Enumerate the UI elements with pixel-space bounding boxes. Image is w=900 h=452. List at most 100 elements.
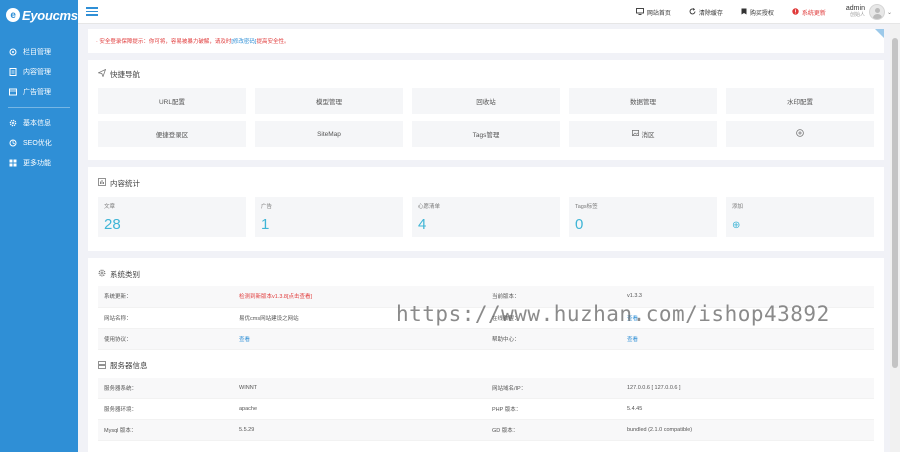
buy-license-label: 购买授权 — [749, 10, 774, 17]
stat-label: 文章 — [104, 204, 116, 210]
sidebar-item-content[interactable]: 内容管理 — [0, 62, 78, 82]
help-center-link[interactable]: 查看 — [621, 328, 874, 350]
quick-watermark-button[interactable]: 水印配置 — [726, 88, 874, 114]
server-info-table: 服务器系统： WINNT 网站域名/IP： 127.0.0.6 [ 127.0.… — [98, 377, 874, 441]
chart-icon — [98, 178, 106, 188]
info-key: GD 版本： — [486, 419, 621, 441]
info-key: 网站名称： — [98, 307, 233, 329]
sidebar-item-label: 基本信息 — [23, 120, 51, 127]
info-key: Mysql 版本： — [98, 419, 233, 441]
quick-area-button[interactable]: 消区 — [569, 121, 717, 147]
main-content: · 安全登录保障提示：你可将，容易被暴力破解，请及时 [修改密码] 提高安全性。… — [88, 29, 884, 452]
info-value: 127.0.0.6 [ 127.0.0.6 ] — [621, 377, 874, 399]
quick-data-button[interactable]: 数据管理 — [569, 88, 717, 114]
sidebar-item-seo[interactable]: SEO优化 — [0, 133, 78, 153]
stat-label: 添加 — [732, 204, 744, 210]
server-title-text: 服务器信息 — [110, 361, 148, 370]
scrollbar-thumb[interactable] — [892, 38, 898, 368]
vertical-scrollbar[interactable] — [890, 24, 900, 452]
content-stats-title: 内容统计 — [88, 173, 884, 193]
system-update-link[interactable]: 系统更新 — [792, 7, 826, 17]
stat-label: 心愿清单 — [418, 204, 441, 210]
quick-nav-title: 快捷导航 — [88, 64, 884, 84]
admin-menu[interactable]: admin 创始人 ⌄ — [846, 4, 892, 20]
buy-license-link[interactable]: 购买授权 — [741, 8, 774, 17]
quick-url-config-button[interactable]: URL配置 — [98, 88, 246, 114]
info-value: apache — [233, 398, 486, 420]
sidebar-item-label: 栏目管理 — [23, 49, 51, 56]
quick-sitemap-button[interactable]: SiteMap — [255, 121, 403, 147]
quick-nav-grid: URL配置 模型管理 回收站 数据管理 水印配置 便捷登录区 SiteMap T… — [88, 84, 884, 147]
home-link-label: 网站首页 — [646, 10, 671, 17]
system-title-text: 系统类别 — [110, 269, 140, 279]
home-link[interactable]: 网站首页 — [635, 7, 671, 17]
system-title: 系统类别 — [88, 264, 884, 284]
stat-label: 广告 — [261, 204, 273, 210]
sidebar-item-columns[interactable]: 栏目管理 — [0, 42, 78, 62]
sidebar-item-more[interactable]: 更多功能 — [0, 153, 78, 173]
content-stats-panel: 内容统计 文章 28 广告 1 心愿清单 4 Tags标签 0 添加 ⊕ — [88, 167, 884, 251]
stat-value: 0 — [575, 216, 584, 233]
refresh-icon — [689, 7, 696, 17]
sidebar-item-basic-info[interactable]: 基本信息 — [0, 113, 78, 133]
topbar: 网站首页 清除缓存 购买授权 系统更新 admin 创始人 ⌄ — [78, 0, 900, 24]
logo-text: Eyoucms — [22, 7, 78, 23]
content-stats-title-text: 内容统计 — [110, 178, 140, 188]
admin-role: 创始人 — [849, 12, 865, 18]
admin-text: admin 创始人 — [846, 5, 865, 19]
agreement-link[interactable]: 查看 — [233, 328, 486, 350]
sidebar-item-label: 内容管理 — [23, 69, 51, 76]
quick-tags-button[interactable]: Tags管理 — [412, 121, 560, 147]
sidebar: e Eyoucms 栏目管理 内容管理 广告管理 基本信息 SEO优化 更多功能 — [0, 0, 78, 452]
stat-value: 1 — [261, 216, 270, 233]
info-value: 5.5.29 — [233, 419, 486, 441]
quick-model-button[interactable]: 模型管理 — [255, 88, 403, 114]
corner-fold — [875, 29, 884, 38]
sidebar-item-ads[interactable]: 广告管理 — [0, 82, 78, 102]
stat-label: Tags标签 — [575, 204, 598, 210]
quick-login-button[interactable]: 便捷登录区 — [98, 121, 246, 147]
info-key: PHP 版本： — [486, 398, 621, 420]
info-key: 使用协议： — [98, 328, 233, 350]
table-row: 使用协议： 查看 帮助中心： 查看 — [98, 328, 874, 350]
stat-card-ads[interactable]: 广告 1 — [255, 197, 403, 237]
info-value: WINNT — [233, 377, 486, 399]
table-row: 服务器系统： WINNT 网站域名/IP： 127.0.0.6 [ 127.0.… — [98, 377, 874, 399]
quick-nav-title-text: 快捷导航 — [110, 69, 140, 79]
monitor-icon — [635, 7, 644, 17]
notice-text: · 安全登录保障提示：你可将，容易被暴力破解，请及时 — [96, 39, 232, 45]
table-row: Mysql 版本： 5.5.29 GD 版本： bundled (2.1.0 c… — [98, 419, 874, 441]
stat-card-tags[interactable]: Tags标签 0 — [569, 197, 717, 237]
clear-cache-link[interactable]: 清除缓存 — [689, 7, 723, 17]
stat-card-articles[interactable]: 文章 28 — [98, 197, 246, 237]
add-circle-icon: ⊕ — [732, 220, 741, 231]
gear-icon — [9, 119, 17, 127]
column-icon — [9, 48, 17, 56]
info-key: 网站域名/IP： — [486, 377, 621, 399]
stat-card-wishlist[interactable]: 心愿清单 4 — [412, 197, 560, 237]
system-panel: 系统类别 系统更新： 检测到新版本v1.3.8[点击查看] 当前版本： v1.3… — [88, 258, 884, 452]
quick-add-button[interactable] — [726, 121, 874, 147]
document-icon — [9, 68, 17, 76]
clear-cache-label: 清除缓存 — [698, 10, 723, 17]
avatar — [868, 4, 885, 20]
grid-icon — [9, 159, 17, 167]
send-icon — [97, 68, 107, 79]
bookmark-icon — [741, 8, 747, 17]
quick-recycle-button[interactable]: 回收站 — [412, 88, 560, 114]
info-icon — [792, 7, 799, 17]
change-password-link[interactable]: [修改密码] — [231, 37, 256, 45]
stat-value: 28 — [104, 216, 121, 233]
add-circle-icon — [796, 129, 804, 139]
chevron-down-icon: ⌄ — [886, 9, 892, 16]
security-notice: · 安全登录保障提示：你可将，容易被暴力破解，请及时 [修改密码] 提高安全性。 — [88, 29, 884, 53]
info-key: 服务器环境： — [98, 398, 233, 420]
stat-card-add[interactable]: 添加 ⊕ — [726, 197, 874, 237]
info-value: 5.4.45 — [621, 398, 874, 420]
quick-area-label: 消区 — [641, 132, 655, 139]
sidebar-item-label: 广告管理 — [23, 89, 51, 96]
menu-toggle-icon[interactable] — [86, 7, 98, 16]
logo[interactable]: e Eyoucms — [0, 0, 78, 30]
top-links: 网站首页 清除缓存 购买授权 系统更新 admin 创始人 ⌄ — [618, 0, 892, 24]
info-value: bundled (2.1.0 compatible) — [621, 419, 874, 441]
